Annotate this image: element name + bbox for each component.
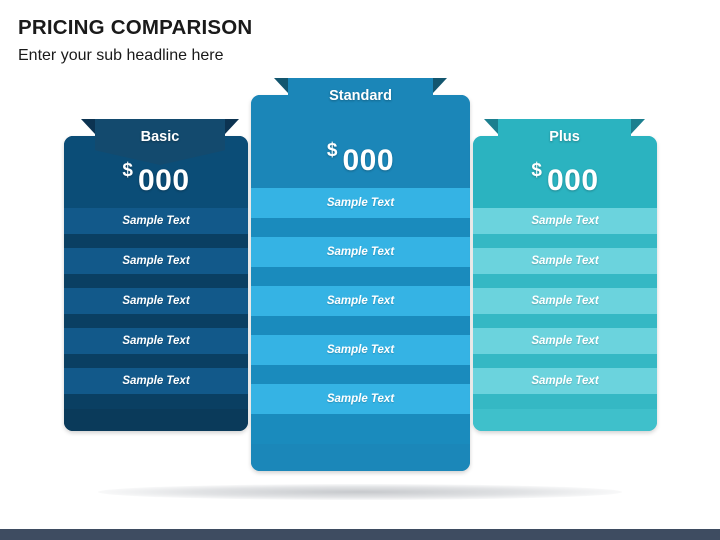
ribbon-fold-left	[81, 119, 95, 134]
slide-bottom-bar	[0, 529, 720, 540]
price-amount: 000	[342, 144, 395, 177]
plan-name: Basic	[140, 129, 180, 145]
price: $000	[327, 141, 395, 177]
feature-label: Sample Text	[531, 215, 599, 227]
feature-row[interactable]: Sample Text	[251, 335, 470, 365]
feature-label: Sample Text	[326, 197, 395, 209]
feature-row[interactable]: Sample Text	[473, 288, 657, 314]
plan-name: Standard	[329, 88, 392, 104]
card-footer	[64, 409, 248, 431]
row-divider	[251, 218, 470, 237]
feature-row[interactable]: Sample Text	[251, 384, 470, 414]
feature-row[interactable]: Sample Text	[64, 288, 248, 314]
feature-label: Sample Text	[122, 255, 190, 267]
feature-row[interactable]: Sample Text	[251, 188, 470, 218]
price: $000	[531, 161, 599, 197]
ribbon-fold-right	[225, 119, 239, 134]
feature-label: Sample Text	[326, 246, 395, 258]
feature-row[interactable]: Sample Text	[64, 328, 248, 354]
row-divider	[64, 354, 248, 368]
feature-label: Sample Text	[531, 255, 599, 267]
feature-label: Sample Text	[122, 335, 190, 347]
row-divider	[64, 274, 248, 288]
feature-row[interactable]: Sample Text	[473, 248, 657, 274]
row-divider	[64, 234, 248, 248]
feature-row[interactable]: Sample Text	[64, 208, 248, 234]
ribbon-plate: Standard	[288, 78, 433, 124]
page-title: PRICING COMPARISON	[18, 16, 253, 39]
price-amount: 000	[547, 164, 599, 197]
card-body: $000 Sample Text Sample Text Sample Text Sam…	[251, 95, 470, 471]
price-amount: 000	[138, 164, 190, 197]
feature-label: Sample Text	[122, 215, 190, 227]
plan-ribbon-basic[interactable]: Basic	[81, 119, 239, 165]
feature-rows: Sample Text Sample Text Sample Text Sample …	[64, 208, 248, 394]
plan-name: Plus	[549, 129, 580, 145]
plan-ribbon-standard[interactable]: Standard	[274, 78, 447, 124]
pricing-card-plus[interactable]: $000 Sample Text Sample Text Sample Text Sam…	[473, 136, 657, 431]
ribbon-plate: Plus	[498, 119, 631, 165]
row-divider	[473, 234, 657, 248]
card-body: $000 Sample Text Sample Text Sample Text Sam…	[473, 136, 657, 431]
ribbon-fold-left	[484, 119, 498, 134]
feature-label: Sample Text	[326, 295, 395, 307]
feature-rows: Sample Text Sample Text Sample Text Sample …	[473, 208, 657, 394]
pricing-card-standard[interactable]: $000 Sample Text Sample Text Sample Text Sam…	[251, 95, 470, 471]
pricing-card-basic[interactable]: $000 Sample Text Sample Text Sample Text Sam…	[64, 136, 248, 431]
feature-label: Sample Text	[531, 335, 599, 347]
ribbon-plate: Basic	[95, 119, 225, 165]
plan-ribbon-plus[interactable]: Plus	[484, 119, 645, 165]
feature-row[interactable]: Sample Text	[473, 208, 657, 234]
price: $000	[122, 161, 190, 197]
feature-label: Sample Text	[122, 295, 190, 307]
feature-label: Sample Text	[531, 375, 599, 387]
ribbon-fold-right	[433, 78, 447, 93]
feature-label: Sample Text	[122, 375, 190, 387]
feature-label: Sample Text	[531, 295, 599, 307]
feature-row[interactable]: Sample Text	[251, 286, 470, 316]
feature-label: Sample Text	[326, 393, 395, 405]
feature-row[interactable]: Sample Text	[473, 328, 657, 354]
feature-row[interactable]: Sample Text	[64, 248, 248, 274]
feature-label: Sample Text	[326, 344, 395, 356]
feature-row[interactable]: Sample Text	[473, 368, 657, 394]
card-body: $000 Sample Text Sample Text Sample Text Sam…	[64, 136, 248, 431]
feature-row[interactable]: Sample Text	[251, 237, 470, 267]
row-divider	[473, 354, 657, 368]
row-divider	[64, 314, 248, 328]
row-divider	[251, 316, 470, 335]
row-divider	[473, 274, 657, 288]
card-footer	[251, 444, 470, 471]
feature-rows: Sample Text Sample Text Sample Text Sample …	[251, 188, 470, 414]
row-divider	[251, 267, 470, 286]
ground-shadow-ellipse	[98, 484, 622, 500]
currency-symbol: $	[326, 140, 338, 161]
row-divider	[251, 365, 470, 384]
ribbon-fold-right	[631, 119, 645, 134]
ribbon-fold-left	[274, 78, 288, 93]
card-footer	[473, 409, 657, 431]
row-divider	[473, 314, 657, 328]
feature-row[interactable]: Sample Text	[64, 368, 248, 394]
page-subtitle: Enter your sub headline here	[18, 47, 224, 64]
